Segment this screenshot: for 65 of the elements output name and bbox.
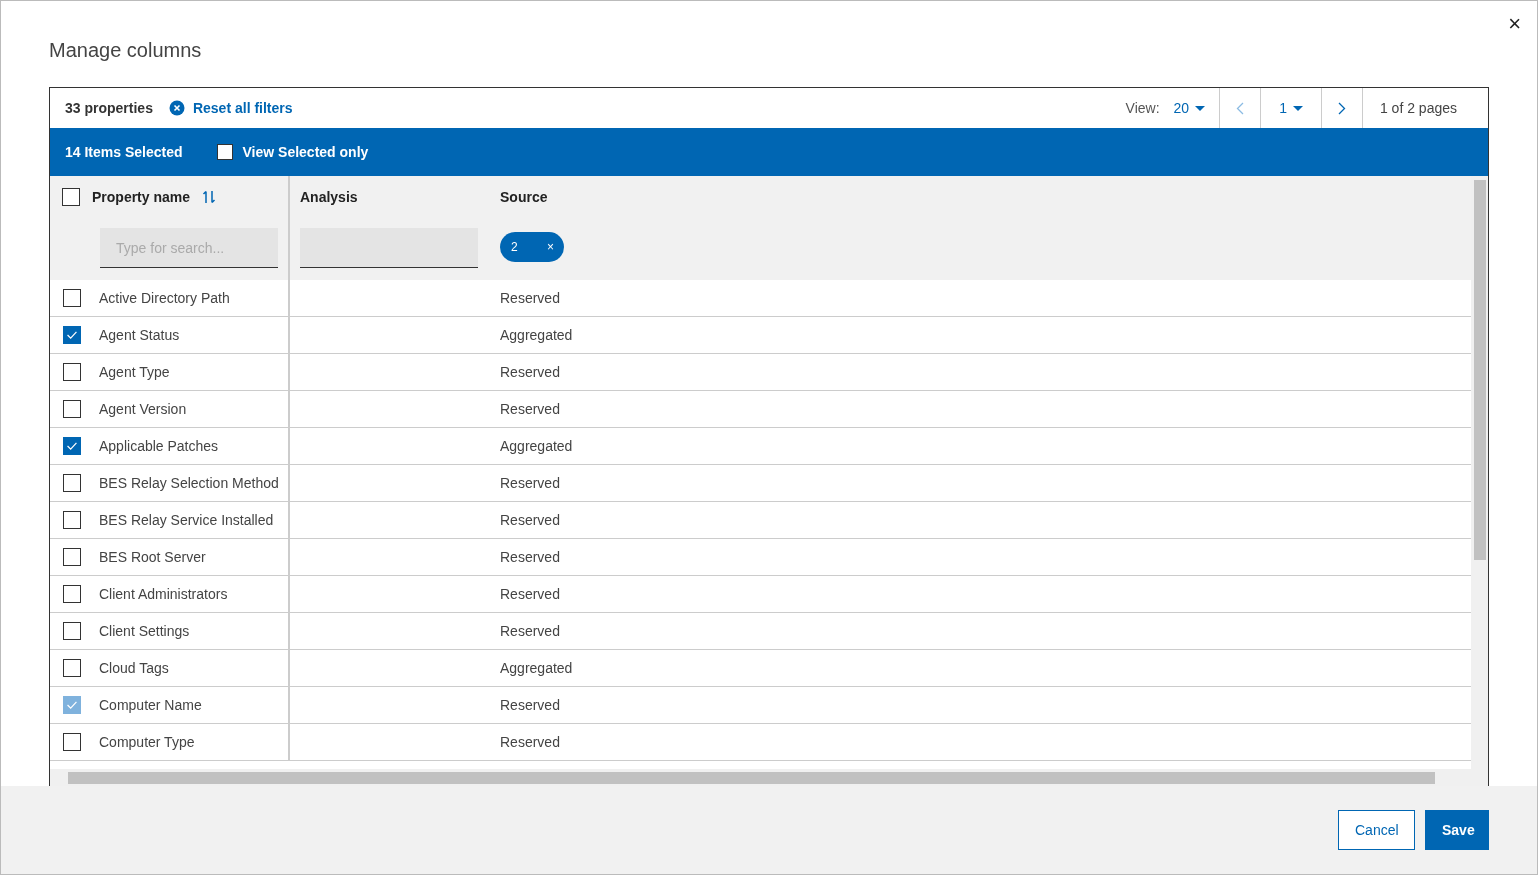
chevron-right-icon <box>1337 101 1346 115</box>
caret-icon <box>1195 105 1206 111</box>
horizontal-scrollbar[interactable] <box>50 769 1471 786</box>
table-cell: Reserved <box>500 364 560 380</box>
filter-chip[interactable]: 2 × <box>500 232 564 262</box>
checkbox[interactable] <box>62 188 80 206</box>
table-cell: Applicable Patches <box>99 438 219 454</box>
checkbox[interactable] <box>63 400 81 418</box>
table-cell: Reserved <box>500 623 560 639</box>
caret-icon <box>1292 105 1303 111</box>
checkbox[interactable] <box>63 622 81 640</box>
checkbox[interactable] <box>63 437 81 455</box>
sort-icon[interactable] <box>202 190 217 204</box>
table-cell: Reserved <box>500 734 560 750</box>
checkbox[interactable] <box>63 733 81 751</box>
table-cell: Reserved <box>500 586 560 602</box>
checkbox[interactable] <box>63 363 81 381</box>
table-cell: BES Relay Service Installed <box>99 512 274 528</box>
reset-filters-link[interactable]: Reset all filters <box>168 100 293 116</box>
close-button[interactable]: × <box>1504 9 1525 39</box>
checkbox[interactable] <box>63 289 81 307</box>
filter-field[interactable] <box>300 228 478 268</box>
cancel-button[interactable]: Cancel <box>1338 810 1415 850</box>
table-cell: Reserved <box>500 475 560 491</box>
table-cell: Computer Name <box>99 697 202 713</box>
checkbox[interactable] <box>63 474 81 492</box>
checkbox[interactable] <box>63 511 81 529</box>
remove-button[interactable]: × <box>547 240 554 254</box>
table-cell: BES Root Server <box>99 549 206 565</box>
table-cell: Aggregated <box>500 660 573 676</box>
property-count: 33 properties <box>64 100 153 116</box>
table-cell: Aggregated <box>500 438 573 454</box>
table-cell: Reserved <box>500 549 560 565</box>
search-field[interactable]: Type for search... <box>100 228 278 268</box>
checkbox[interactable] <box>63 326 81 344</box>
view-label: View: <box>1125 100 1160 116</box>
table-cell: Aggregated <box>500 327 573 343</box>
table-cell: Computer Type <box>99 734 195 750</box>
page-size-dropdown[interactable]: 20 <box>1173 88 1220 128</box>
clear-icon <box>168 100 185 116</box>
dialog-title: Manage columns <box>49 38 203 63</box>
view-selected-checkbox[interactable] <box>216 144 233 160</box>
selected-count: 14 Items Selected <box>65 144 183 160</box>
column-header[interactable]: Source <box>500 189 548 205</box>
table-cell: BES Relay Selection Method <box>99 475 279 491</box>
column-header[interactable]: Analysis <box>300 189 358 205</box>
table-cell: Cloud Tags <box>99 660 169 676</box>
table-cell: Reserved <box>500 697 560 713</box>
chevron-left-icon <box>1236 101 1245 115</box>
table-cell: Reserved <box>500 512 560 528</box>
table-cell: Agent Type <box>99 364 170 380</box>
table-cell: Reserved <box>500 401 560 417</box>
save-button[interactable]: Save <box>1425 810 1489 850</box>
table-cell: Client Settings <box>99 623 190 639</box>
view-selected-label: View Selected only <box>242 144 369 160</box>
checkbox[interactable] <box>63 585 81 603</box>
table-cell: Client Administrators <box>99 586 228 602</box>
table-cell: Agent Status <box>99 327 180 343</box>
table-cell: Reserved <box>500 290 560 306</box>
checkbox[interactable] <box>63 548 81 566</box>
checkbox[interactable] <box>63 659 81 677</box>
column-header[interactable]: Property name <box>92 189 191 205</box>
table-cell: Active Directory Path <box>99 290 230 306</box>
vertical-scrollbar[interactable] <box>1471 176 1488 786</box>
table-cell: Agent Version <box>99 401 187 417</box>
